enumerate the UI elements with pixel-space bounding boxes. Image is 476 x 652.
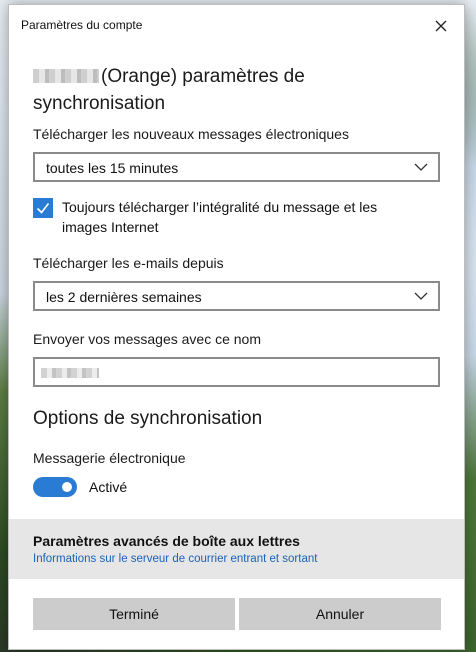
page-title-line1: (Orange) paramètres de xyxy=(101,66,305,87)
close-button[interactable] xyxy=(426,13,456,39)
done-button[interactable]: Terminé xyxy=(33,598,235,630)
title-bar: Paramètres du compte xyxy=(9,5,464,45)
download-frequency-label: Télécharger les nouveaux messages électr… xyxy=(33,126,349,142)
cancel-button[interactable]: Annuler xyxy=(239,598,441,630)
sender-name-label: Envoyer vos messages avec ce nom xyxy=(33,331,261,347)
full-download-label: Toujours télécharger l’intégralité du me… xyxy=(62,199,378,235)
email-sync-label: Messagerie électronique xyxy=(33,450,186,466)
email-sync-state: Activé xyxy=(89,479,128,495)
email-sync-toggle[interactable] xyxy=(33,477,77,497)
chevron-down-icon xyxy=(414,292,428,300)
page-title-line2: synchronisation xyxy=(33,93,166,114)
full-download-checkbox[interactable] xyxy=(33,198,53,218)
download-since-select[interactable]: les 2 dernières semaines xyxy=(33,281,440,311)
sync-options-title: Options de synchronisation xyxy=(33,408,263,429)
redacted-sender-name xyxy=(41,368,99,378)
download-frequency-select[interactable]: toutes les 15 minutes xyxy=(33,152,440,182)
download-since-label: Télécharger les e-mails depuis xyxy=(33,255,224,271)
redacted-account-name xyxy=(33,69,99,83)
account-settings-dialog: Paramètres du compte (Orange) paramètres… xyxy=(8,4,465,650)
server-info-link[interactable]: Informations sur le serveur de courrier … xyxy=(33,553,317,565)
window-title: Paramètres du compte xyxy=(21,18,143,32)
download-since-value: les 2 dernières semaines xyxy=(46,289,202,305)
advanced-mailbox-settings[interactable]: Paramètres avancés de boîte aux lettres … xyxy=(9,519,464,579)
checkmark-icon xyxy=(36,203,50,214)
download-frequency-value: toutes les 15 minutes xyxy=(46,160,179,176)
sender-name-input[interactable] xyxy=(33,357,440,387)
chevron-down-icon xyxy=(414,163,428,171)
advanced-settings-title: Paramètres avancés de boîte aux lettres xyxy=(33,533,300,549)
close-icon xyxy=(435,20,447,32)
toggle-knob xyxy=(62,482,72,492)
page-title: (Orange) paramètres de synchronisation xyxy=(33,63,363,117)
